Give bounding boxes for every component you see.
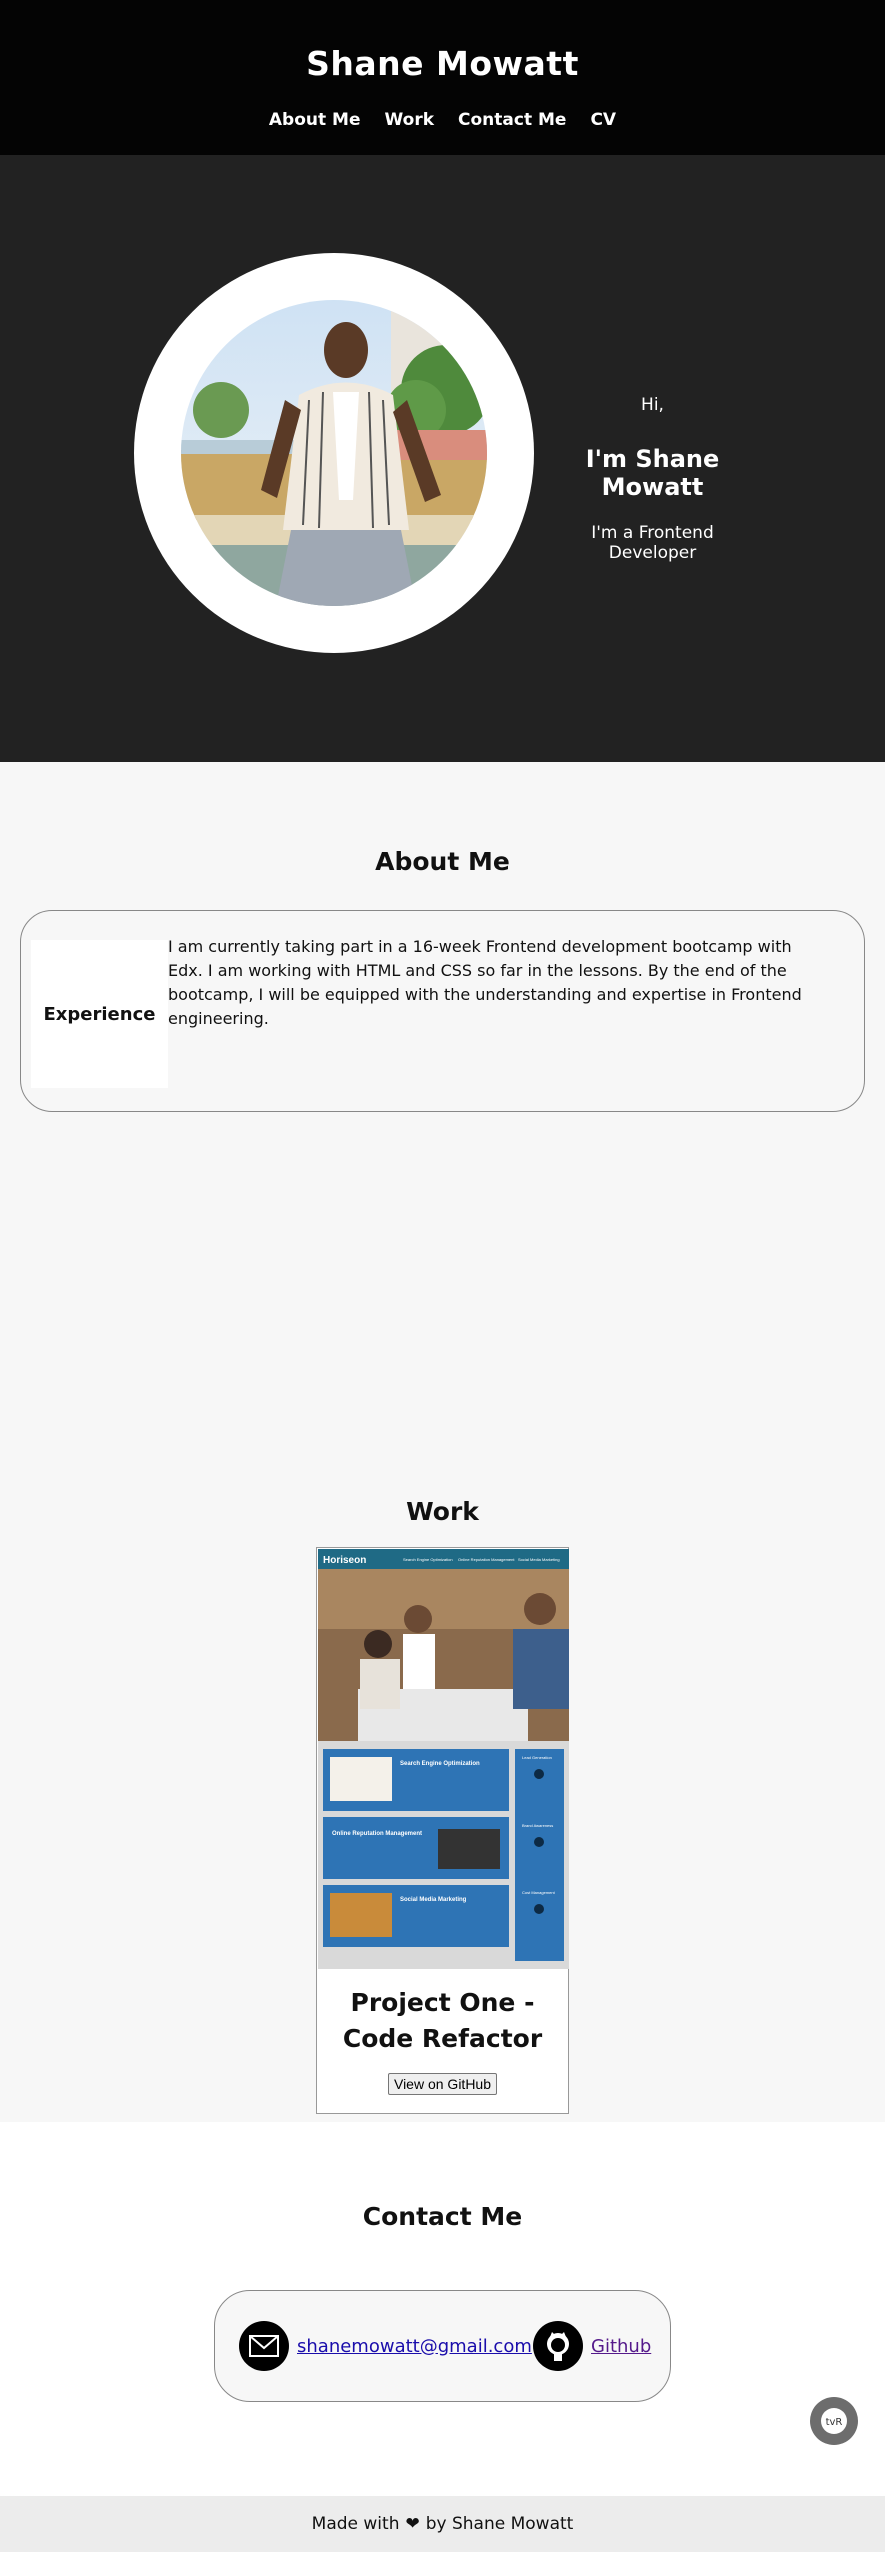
about-text: I am currently taking part in a 16-week … [168,937,802,1028]
hero-role: I'm a Frontend Developer [591,523,714,563]
site-footer: Made with ❤ by Shane Mowatt [0,2496,885,2552]
screenshot-sidebar-3: Cost Management [522,1890,556,1895]
nav-about-me[interactable]: About Me [269,110,361,130]
hero-greeting: Hi, [641,395,664,415]
chat-label: tvR [826,2417,843,2428]
screenshot-section-3: Social Media Marketing [400,1897,467,1903]
main-nav: About Me Work Contact Me CV [0,110,885,130]
screenshot-sidebar-2: Brand Awareness [522,1823,553,1828]
github-link[interactable]: Github [591,2336,651,2357]
about-card: Experience I am currently taking part in… [20,910,865,1112]
contact-email: shanemowatt@gmail.com [239,2321,532,2371]
footer-post: by Shane Mowatt [425,2514,574,2534]
profile-photo [181,300,487,606]
contact-github: Github [533,2321,651,2371]
chat-widget-button[interactable]: tvR [810,2397,858,2445]
contact-card: shanemowatt@gmail.com Github [214,2290,671,2402]
project-screenshot[interactable]: Horiseon Search Engine Optimization Onli… [318,1549,569,1969]
project-card: Horiseon Search Engine Optimization Onli… [316,1547,569,2114]
nav-work[interactable]: Work [385,110,435,130]
view-on-github-button[interactable]: View on GitHub [388,2073,497,2095]
hero-name: I'm Shane Mowatt [585,445,720,501]
nav-cv[interactable]: CV [590,110,616,130]
screenshot-sidebar-1: Lead Generation [522,1755,552,1760]
heart-icon: ❤ [405,2514,420,2534]
hero-section: Hi, I'm Shane Mowatt I'm a Frontend Deve… [0,155,885,762]
site-header: Shane Mowatt About Me Work Contact Me CV [0,0,885,155]
work-title: Work [406,1497,479,1526]
about-section: About Me [0,762,885,1462]
screenshot-section-1: Search Engine Optimization [400,1761,480,1767]
screenshot-nav-2: Online Reputation Management [458,1557,515,1562]
screenshot-logo: Horiseon [323,1555,366,1566]
experience-label: Experience [31,940,168,1088]
work-section: Work Horiseon Search Engine Optimization… [0,1462,885,2122]
hero-intro: Hi, I'm Shane Mowatt I'm a Frontend Deve… [545,395,760,563]
nav-contact-me[interactable]: Contact Me [458,110,566,130]
profile-photo-frame [134,253,534,653]
project-title: Project One - Code Refactor [342,1988,543,2053]
about-title: About Me [375,847,510,876]
contact-title: Contact Me [362,2202,523,2231]
screenshot-nav-1: Search Engine Optimization [403,1557,453,1562]
email-link[interactable]: shanemowatt@gmail.com [297,2336,532,2357]
github-icon [533,2321,583,2371]
screenshot-section-2: Online Reputation Management [332,1831,422,1837]
screenshot-nav-3: Social Media Marketing [518,1557,560,1562]
site-title: Shane Mowatt [306,44,579,83]
contact-section: Contact Me shanemowatt@gmail.com Github … [0,2122,885,2496]
footer-pre: Made with [311,2514,400,2534]
mail-icon [239,2321,289,2371]
